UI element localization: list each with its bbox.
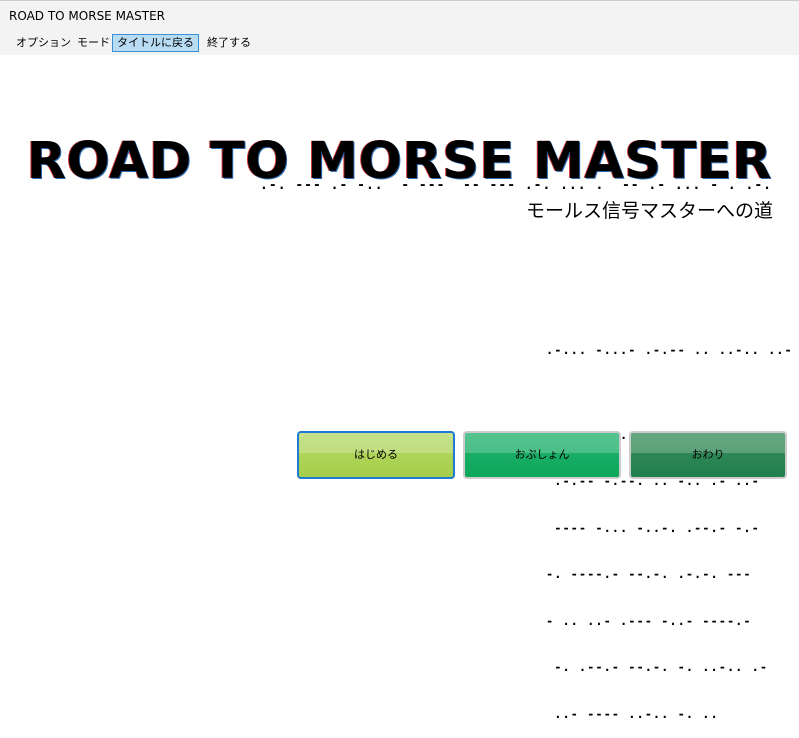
start-button[interactable]: はじめる — [297, 431, 455, 479]
morse-line: ..- ---- ..-.. -. .. — [546, 706, 719, 721]
start-button-label: はじめる — [354, 448, 398, 461]
morse-line: -. ----.- --.-. .-.-. --- — [546, 567, 752, 581]
morse-line: -. .--.- --.-. -. ..-.. .- — [546, 660, 769, 674]
menu-bar: オプション モード タイトルに戻る 終了する — [0, 31, 799, 55]
morse-line: - .. ..- .--- -..- ----.- — [546, 613, 752, 628]
menu-options[interactable]: オプション — [11, 34, 76, 52]
page-subtitle: モールス信号マスターへの道 — [525, 200, 773, 222]
menu-exit[interactable]: 終了する — [202, 34, 256, 52]
quit-button-label: おわり — [691, 448, 725, 461]
morse-line: .-... -...- .-.-- .. ..-.. ..- — [546, 343, 793, 357]
morse-line: ---- -... -..-. .--.- -.- — [546, 520, 760, 535]
options-button[interactable]: おぷしょん — [463, 431, 621, 479]
menu-back-to-title[interactable]: タイトルに戻る — [112, 34, 199, 52]
morse-decoration: .-... -...- .-.-- .. ..-.. ..- ---- --- … — [546, 312, 793, 738]
window-titlebar: ROAD TO MORSE MASTER — [0, 0, 799, 31]
window-title: ROAD TO MORSE MASTER — [9, 9, 166, 23]
title-morse-code: .-. --- .- -.. - --- -- --- .-. ... . --… — [260, 178, 772, 193]
options-button-label: おぷしょん — [514, 448, 570, 461]
quit-button[interactable]: おわり — [629, 431, 787, 479]
menu-mode[interactable]: モード — [72, 34, 115, 52]
